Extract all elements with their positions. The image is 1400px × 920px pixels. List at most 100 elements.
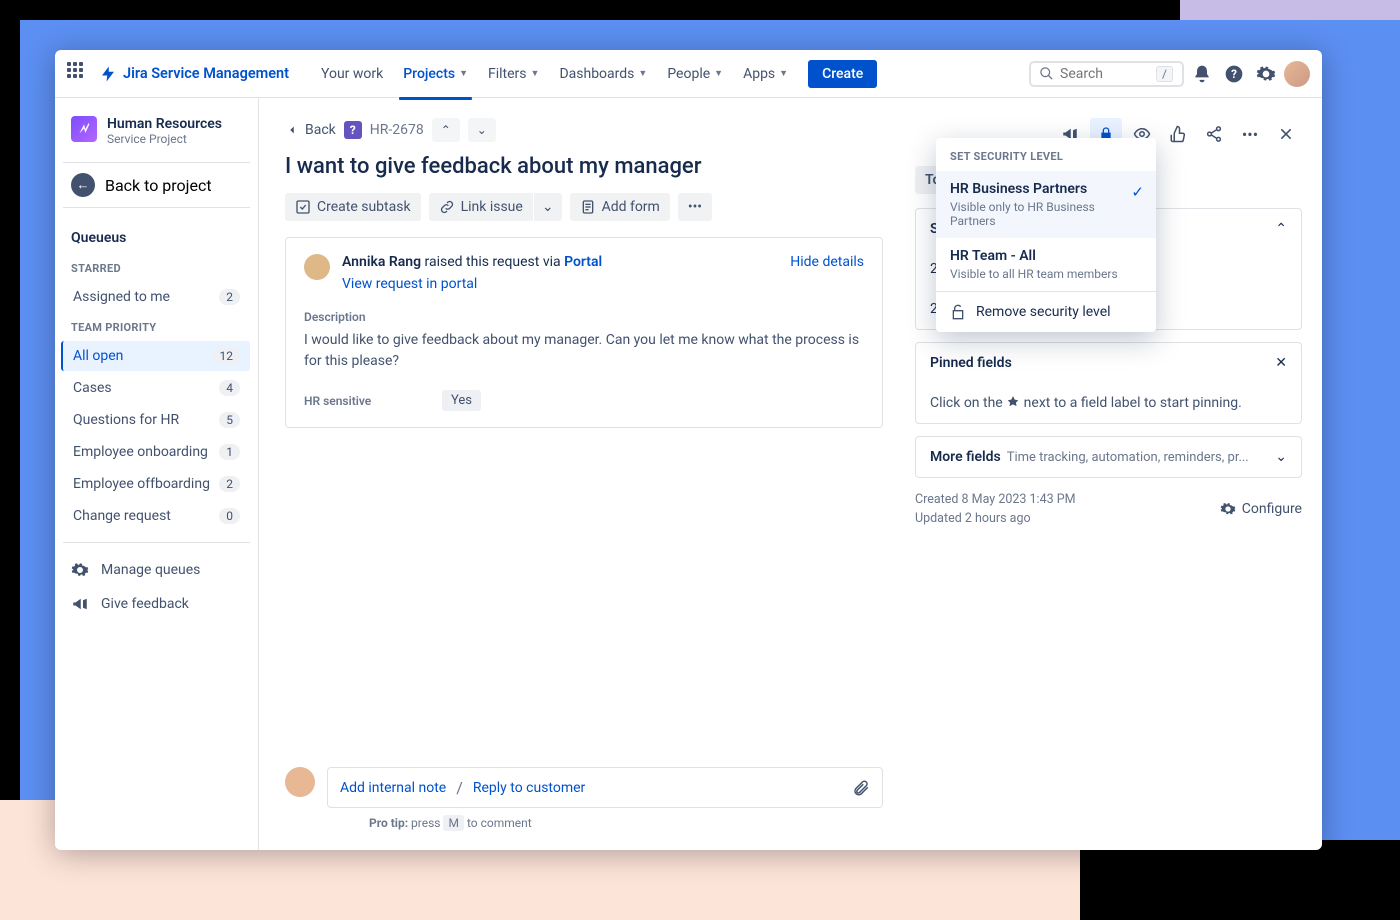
close-icon[interactable]: ✕ — [1275, 355, 1287, 371]
notifications-icon[interactable] — [1188, 60, 1216, 88]
nav-filters[interactable]: Filters▼ — [480, 62, 547, 86]
updated-meta: Updated 2 hours ago — [915, 511, 1076, 526]
sidebar-item-onboarding[interactable]: Employee onboarding1 — [63, 437, 250, 467]
search-icon — [1039, 66, 1054, 81]
back-arrow-icon: ← — [71, 173, 95, 197]
chevron-down-icon: ⌄ — [1275, 449, 1287, 465]
project-name: Human Resources — [107, 116, 222, 132]
queues-heading: Queueus — [63, 222, 250, 254]
popup-heading: SET SECURITY LEVEL — [936, 138, 1156, 171]
hide-details-link[interactable]: Hide details — [790, 254, 864, 270]
count-badge: 2 — [219, 289, 240, 305]
add-form-button[interactable]: Add form — [570, 193, 670, 221]
nav-people[interactable]: People▼ — [659, 62, 731, 86]
app-switcher-icon[interactable] — [67, 62, 91, 86]
back-link[interactable]: Back — [285, 122, 336, 138]
more-icon[interactable]: ••• — [1234, 118, 1266, 150]
count-badge: 1 — [219, 444, 240, 460]
add-internal-note-link[interactable]: Add internal note — [340, 780, 446, 796]
issue-title: I want to give feedback about my manager — [285, 154, 883, 179]
next-issue-button[interactable]: ⌄ — [468, 118, 496, 142]
bolt-icon — [99, 65, 117, 83]
back-to-project[interactable]: ← Back to project — [63, 162, 250, 208]
chevron-down-icon: ▼ — [638, 68, 647, 79]
count-badge: 2 — [219, 476, 240, 492]
manage-queues[interactable]: Manage queues — [63, 553, 250, 587]
description-text: I would like to give feedback about my m… — [304, 330, 864, 372]
topbar: Jira Service Management Your work Projec… — [55, 50, 1322, 98]
create-button[interactable]: Create — [808, 60, 877, 88]
give-feedback[interactable]: Give feedback — [63, 587, 250, 621]
remove-security-level[interactable]: Remove security level — [936, 292, 1156, 332]
link-issue-button[interactable]: Link issue — [429, 193, 533, 221]
requester-text: Annika Rang raised this request via Port… — [342, 254, 778, 270]
breadcrumb: Back ? HR-2678 ⌃ ⌄ — [285, 118, 883, 142]
sidebar-item-cases[interactable]: Cases4 — [63, 373, 250, 403]
nav-apps[interactable]: Apps▼ — [735, 62, 796, 86]
requester-avatar — [304, 254, 330, 280]
security-option-hr-partners[interactable]: HR Business Partners Visible only to HR … — [936, 171, 1156, 238]
sidebar-item-offboarding[interactable]: Employee offboarding2 — [63, 469, 250, 499]
more-icon: ••• — [688, 199, 702, 215]
current-user-avatar — [285, 767, 315, 797]
pinned-fields-panel: Pinned fields✕ Click on the next to a fi… — [915, 342, 1302, 424]
count-badge: 4 — [219, 380, 240, 396]
app-window: Jira Service Management Your work Projec… — [55, 50, 1322, 850]
nav-your-work[interactable]: Your work — [313, 62, 391, 86]
pin-icon — [1006, 395, 1020, 409]
count-badge: 12 — [213, 348, 241, 364]
created-meta: Created 8 May 2023 1:43 PM — [915, 492, 1076, 507]
chevron-down-icon: ⌄ — [542, 199, 554, 215]
close-icon[interactable] — [1270, 118, 1302, 150]
comment-area: Add internal note / Reply to customer Pr… — [285, 749, 883, 830]
chevron-down-icon: ▼ — [779, 68, 788, 79]
more-fields-panel[interactable]: More fieldsTime tracking, automation, re… — [915, 436, 1302, 478]
nav-projects[interactable]: Projects▼ — [395, 62, 476, 86]
gear-icon — [1220, 501, 1236, 517]
configure-link[interactable]: Configure — [1220, 501, 1302, 517]
vote-icon[interactable] — [1162, 118, 1194, 150]
comment-box[interactable]: Add internal note / Reply to customer — [327, 767, 883, 808]
chevron-down-icon: ▼ — [531, 68, 540, 79]
link-issue-dropdown[interactable]: ⌄ — [533, 193, 562, 221]
unlock-icon — [950, 304, 966, 320]
issue-key[interactable]: HR-2678 — [370, 122, 424, 138]
search-input[interactable] — [1060, 66, 1150, 82]
project-header[interactable]: Human Resources Service Project — [63, 112, 250, 158]
settings-icon[interactable] — [1252, 60, 1280, 88]
issue-toolbar: Create subtask Link issue ⌄ Add form ••• — [285, 193, 883, 221]
issue-type-icon: ? — [344, 121, 362, 139]
view-in-portal-link[interactable]: View request in portal — [342, 276, 477, 292]
product-logo[interactable]: Jira Service Management — [99, 65, 289, 83]
sidebar-item-assigned[interactable]: Assigned to me2 — [63, 282, 250, 312]
attachment-icon[interactable] — [852, 779, 870, 797]
sidebar-item-all-open[interactable]: All open12 — [61, 341, 250, 371]
slash-hint: / — [1156, 66, 1173, 82]
subtask-icon — [295, 199, 311, 215]
more-actions-button[interactable]: ••• — [678, 193, 712, 221]
user-avatar[interactable] — [1284, 61, 1310, 87]
create-subtask-button[interactable]: Create subtask — [285, 193, 421, 221]
pinned-header[interactable]: Pinned fields✕ — [916, 343, 1301, 383]
count-badge: 5 — [219, 412, 240, 428]
sidebar-item-questions[interactable]: Questions for HR5 — [63, 405, 250, 435]
reply-to-customer-link[interactable]: Reply to customer — [473, 780, 585, 796]
form-icon — [580, 199, 596, 215]
chevron-down-icon: ▼ — [714, 68, 723, 79]
help-icon[interactable]: ? — [1220, 60, 1248, 88]
request-panel: Annika Rang raised this request via Port… — [285, 237, 883, 428]
sidebar: Human Resources Service Project ← Back t… — [55, 98, 259, 850]
security-option-hr-team[interactable]: HR Team - All Visible to all HR team mem… — [936, 238, 1156, 291]
chevron-up-icon: ⌃ — [1275, 221, 1287, 237]
prev-issue-button[interactable]: ⌃ — [432, 118, 460, 142]
description-label: Description — [304, 310, 864, 324]
search-box[interactable]: / — [1029, 61, 1184, 87]
share-icon[interactable] — [1198, 118, 1230, 150]
issue-right-panel: ••• To S⌃ 2 2 Pinned fields✕ Click on th… — [909, 98, 1322, 850]
project-type: Service Project — [107, 132, 222, 146]
link-icon — [439, 199, 455, 215]
sidebar-item-change[interactable]: Change request0 — [63, 501, 250, 531]
product-name: Jira Service Management — [123, 65, 289, 82]
svg-text:?: ? — [1231, 67, 1237, 81]
nav-dashboards[interactable]: Dashboards▼ — [551, 62, 655, 86]
